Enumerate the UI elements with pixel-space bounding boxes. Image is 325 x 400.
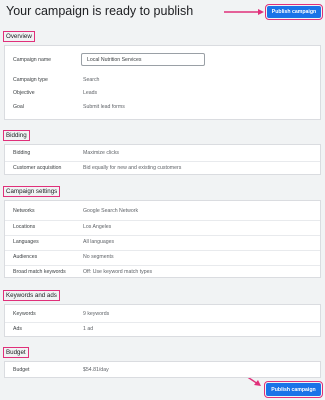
keywords-value: 9 keywords (83, 311, 110, 317)
bidding-value: Maximize clicks (83, 150, 120, 156)
audiences-label: Audiences (13, 254, 38, 260)
networks-value: Google Search Network (83, 208, 139, 214)
ads-value: 1 ad (83, 326, 94, 332)
budget-row: Budget $54.81/day (5, 364, 320, 376)
publish-campaign-button-bottom[interactable]: Publish campaign (264, 381, 323, 398)
campaign-settings-card: Networks Google Search Network Locations… (4, 200, 321, 278)
campaign-name-label: Campaign name (13, 57, 52, 63)
section-heading-keywords-and-ads: Keywords and ads (3, 290, 60, 301)
overview-row-campaign-type: Campaign type Search (5, 74, 320, 86)
campaign-name-input[interactable] (81, 53, 205, 66)
languages-row: Languages All languages (5, 235, 320, 247)
budget-card: Budget $54.81/day (4, 361, 321, 378)
audiences-row: Audiences No segments (5, 250, 320, 262)
objective-value: Leads (83, 90, 98, 96)
ads-row: Ads 1 ad (5, 322, 320, 334)
keywords-row: Keywords 9 keywords (5, 308, 320, 320)
bidding-label: Bidding (13, 150, 31, 156)
broad-match-value: Off: Use keyword match types (83, 269, 153, 275)
broad-match-row: Broad match keywords Off: Use keyword ma… (5, 265, 320, 277)
objective-label: Objective (13, 90, 35, 96)
page-title: Your campaign is ready to publish (6, 4, 194, 18)
customer-acquisition-row: Customer acquisition Bid equally for new… (5, 161, 320, 173)
locations-label: Locations (13, 224, 36, 230)
bidding-card: Bidding Maximize clicks Customer acquisi… (4, 144, 321, 175)
budget-value: $54.81/day (83, 367, 109, 373)
publish-campaign-button-top[interactable]: Publish campaign (265, 4, 323, 20)
section-heading-campaign-settings: Campaign settings (2, 186, 61, 197)
budget-label: Budget (13, 367, 30, 373)
section-heading-budget: Budget (3, 347, 29, 358)
goal-label: Goal (13, 104, 24, 110)
languages-label: Languages (13, 239, 39, 245)
ads-label: Ads (13, 326, 22, 332)
goal-value: Submit lead forms (83, 104, 125, 110)
customer-acquisition-value: Bid equally for new and existing custome… (83, 165, 182, 171)
customer-acquisition-label: Customer acquisition (13, 165, 62, 171)
networks-label: Networks (13, 208, 35, 214)
broad-match-label: Broad match keywords (13, 269, 66, 275)
overview-row-objective: Objective Leads (5, 87, 320, 99)
keywords-ads-card: Keywords 9 keywords Ads 1 ad (4, 304, 321, 337)
overview-card: Campaign name Campaign type Search Objec… (4, 45, 321, 120)
section-heading-bidding: Bidding (3, 130, 30, 141)
campaign-type-value: Search (83, 77, 100, 83)
overview-row-goal: Goal Submit lead forms (5, 101, 320, 113)
campaign-type-label: Campaign type (13, 77, 48, 83)
overview-row-campaign-name: Campaign name (5, 46, 320, 74)
languages-value: All languages (83, 239, 115, 245)
bidding-row: Bidding Maximize clicks (5, 147, 320, 159)
locations-value: Los Angeles (83, 224, 112, 230)
audiences-value: No segments (83, 254, 114, 260)
networks-row: Networks Google Search Network (5, 205, 320, 217)
section-heading-overview: Overview (3, 31, 35, 42)
locations-row: Locations Los Angeles (5, 220, 320, 232)
keywords-label: Keywords (13, 311, 36, 317)
